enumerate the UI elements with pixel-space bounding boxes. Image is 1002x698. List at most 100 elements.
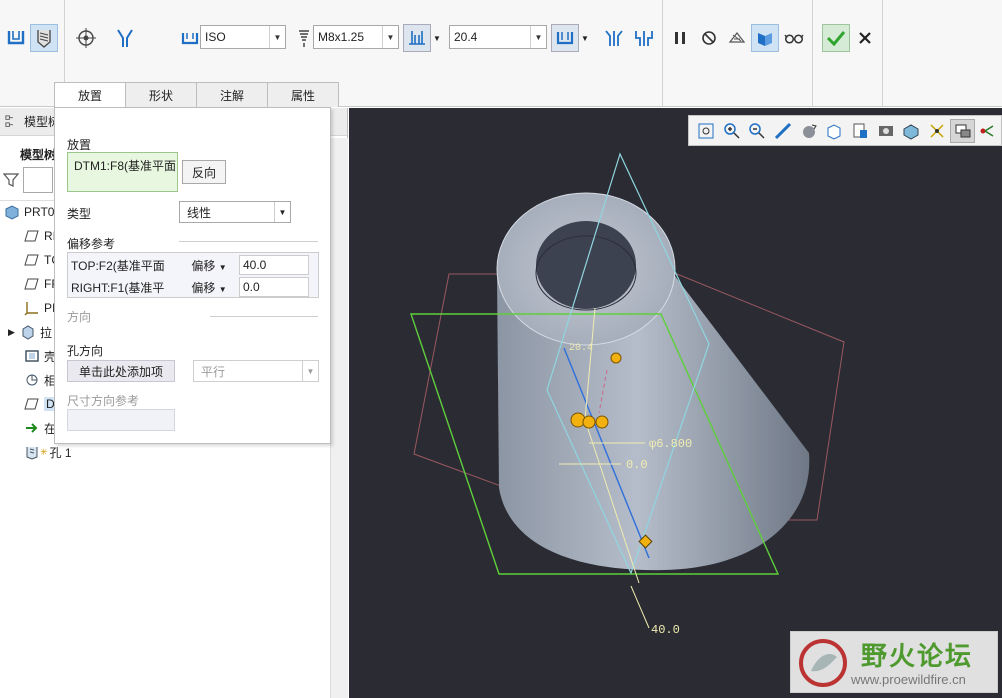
model-scene[interactable]: φ6.800 0.0 40.0 20.4 [349, 108, 1002, 698]
view-manager-icon[interactable] [847, 119, 873, 143]
shell-icon [24, 348, 40, 364]
extrude-icon [20, 324, 36, 340]
countersink-icon[interactable] [600, 24, 628, 52]
filter-icon[interactable] [3, 172, 19, 188]
draft-icon [24, 372, 40, 388]
offset-mode-select[interactable]: 偏移 ▼ [179, 257, 239, 274]
part-cube-icon [4, 204, 20, 220]
depth-dimension[interactable]: 20.4 [569, 343, 593, 354]
annotation-display-icon[interactable] [949, 118, 976, 143]
separator [812, 0, 813, 107]
tree-item-csys[interactable]: PI [24, 296, 55, 320]
tree-item-datum-right[interactable]: RI [24, 224, 56, 248]
offset-forty-dimension[interactable]: 40.0 [651, 623, 680, 637]
refit-icon[interactable] [693, 119, 719, 143]
offset-mode-value: 偏移 [191, 258, 216, 273]
depth-option-icon[interactable] [403, 24, 431, 52]
tree-item-datum-dtm1[interactable]: D [24, 392, 57, 416]
display-style-icon[interactable] [796, 119, 822, 143]
tree-search-input[interactable] [23, 167, 53, 193]
offset-zero-dimension[interactable]: 0.0 [626, 458, 648, 472]
offset-value-input[interactable]: 0.0 [239, 277, 309, 297]
datum-plane-icon [24, 228, 40, 244]
tree-filter[interactable] [3, 167, 53, 193]
tree-item-draft[interactable]: 相 [24, 368, 56, 392]
tree-item-part[interactable]: PRT00 [4, 200, 61, 224]
spin-center-icon[interactable] [975, 119, 1001, 143]
perspective-view-icon[interactable] [873, 119, 899, 143]
insert-arrow-icon [24, 420, 40, 436]
chevron-down-icon: ▼ [530, 26, 546, 48]
type-select[interactable]: 线性 ▼ [179, 201, 291, 223]
geometry-preview-icon[interactable] [723, 24, 751, 52]
forum-logo [799, 639, 847, 687]
verify-glasses-icon[interactable] [780, 24, 808, 52]
appearance-icon[interactable] [898, 119, 924, 143]
saved-orientations-icon[interactable] [821, 119, 847, 143]
placement-reference-collector[interactable]: DTM1:F8(基准平面 [67, 152, 178, 192]
drag-handle[interactable] [610, 352, 622, 364]
diameter-dimension[interactable]: φ6.800 [649, 437, 692, 451]
zoom-out-icon[interactable] [744, 119, 770, 143]
forty-dim-line [630, 585, 650, 629]
graphics-toolbar [688, 115, 1002, 146]
offset-mode-select[interactable]: 偏移 ▼ [179, 279, 239, 296]
offset-ref-name: RIGHT:F1(基准平 [71, 280, 165, 295]
tab-properties[interactable]: 属性 [267, 82, 339, 107]
divider [179, 241, 318, 242]
offset-ref-row[interactable]: TOP:F2(基准平面 偏移 ▼ 40.0 [69, 254, 317, 276]
model-tree-subheader-label: 模型树 [20, 147, 57, 162]
tab-shape[interactable]: 形状 [125, 82, 197, 107]
repaint-icon[interactable] [770, 119, 796, 143]
chevron-down-icon: ▼ [218, 284, 227, 294]
simple-hole-icon[interactable] [2, 24, 30, 52]
thread-standard-value: ISO [205, 30, 226, 44]
tree-icon [4, 114, 20, 130]
direction-label: 方向 [67, 310, 92, 324]
flip-button[interactable]: 反向 [182, 160, 226, 184]
divider [210, 316, 318, 317]
ok-check-icon[interactable] [822, 24, 850, 52]
feature-preview-icon[interactable] [751, 24, 779, 52]
depth-value-input[interactable]: 20.4 ▼ [449, 25, 547, 49]
tab-notes[interactable]: 注解 [196, 82, 268, 107]
no-preview-icon[interactable] [695, 24, 723, 52]
chevron-down-icon: ▼ [269, 26, 285, 48]
datum-display-icon[interactable] [924, 119, 950, 143]
cancel-close-icon[interactable] [851, 24, 879, 52]
expand-arrow-icon[interactable]: ▶ [8, 327, 20, 338]
depth-value: 20.4 [454, 30, 478, 44]
hole-direction-collector[interactable]: 单击此处添加项 [67, 360, 175, 382]
tree-item-insert-here[interactable]: 在 [24, 416, 56, 440]
tap-option-dropdown[interactable]: ▼ [578, 24, 592, 52]
parallel-select[interactable]: 平行 ▼ [193, 360, 319, 382]
graphics-viewport[interactable]: φ6.800 0.0 40.0 20.4 [349, 108, 1002, 698]
screw-size-select[interactable]: M8x1.25 ▼ [313, 25, 399, 49]
zoom-in-icon[interactable] [719, 119, 745, 143]
hole-feature-icon [24, 444, 40, 460]
dim-direction-ref-collector[interactable] [67, 409, 175, 431]
thread-standard-select[interactable]: ISO ▼ [200, 25, 286, 49]
dashboard-tabs: 放置 形状 注解 属性 [54, 82, 339, 108]
separator [662, 0, 663, 107]
tap-option-icon[interactable] [551, 24, 579, 52]
chevron-down-icon: ▼ [274, 202, 290, 222]
tapered-hole-icon[interactable] [111, 24, 139, 52]
placement-reference-value: DTM1:F8(基准平面 [74, 159, 177, 173]
type-label: 类型 [67, 207, 92, 221]
datum-plane-icon [24, 396, 40, 412]
tree-scrollbar[interactable] [330, 138, 348, 698]
tree-item-shell[interactable]: 壳 [24, 344, 56, 368]
sketch-profile-icon[interactable] [72, 24, 100, 52]
type-value: 线性 [187, 205, 212, 220]
tab-placement[interactable]: 放置 [54, 82, 126, 108]
offset-ref-row[interactable]: RIGHT:F1(基准平 偏移 ▼ 0.0 [69, 276, 317, 298]
standard-hole-icon[interactable] [30, 24, 58, 52]
tree-item-extrude[interactable]: ▶ 拉 [8, 320, 52, 344]
offset-value-input[interactable]: 40.0 [239, 255, 309, 275]
pause-icon[interactable] [666, 24, 694, 52]
drag-handle[interactable] [582, 415, 596, 429]
counterbore-icon[interactable] [630, 24, 658, 52]
drag-handle[interactable] [595, 415, 609, 429]
depth-option-dropdown[interactable]: ▼ [430, 24, 444, 52]
